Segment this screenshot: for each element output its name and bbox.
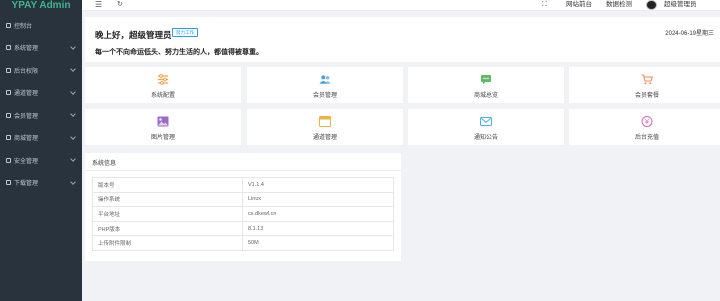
app-logo-title: YPAY Admin <box>0 0 82 12</box>
sidebar-item-label: 通道管理 <box>14 91 39 98</box>
info-key: PHP版本 <box>92 220 243 237</box>
sidebar-item-downloads[interactable]: 下载管理 <box>0 172 82 195</box>
shortcut-label: 会员管理 <box>312 93 337 99</box>
chat-screen-icon <box>481 75 491 85</box>
sidebar-item-label: 控制台 <box>14 23 33 30</box>
download-icon <box>6 180 11 186</box>
sidebar-item-label: 安全管理 <box>14 158 39 165</box>
info-key: 版本号 <box>92 177 243 193</box>
chevron-down-icon <box>70 88 76 95</box>
sidebar: YPAY Admin 控制台 系统管理 后台权限 通道管理 会员管理 商城管理 … <box>0 0 82 301</box>
chevron-down-icon <box>70 133 76 140</box>
chevron-down-icon <box>70 43 76 50</box>
sidebar-item-label: 会员管理 <box>14 113 39 120</box>
shortcut-image-management[interactable]: 图片管理 <box>85 109 241 145</box>
sidebar-item-label: 后台权限 <box>14 68 39 75</box>
system-icon <box>6 45 11 51</box>
dashboard-icon <box>6 22 11 28</box>
shield-icon <box>6 157 11 163</box>
system-info-panel: 系统信息 版本号 V1.1.4 操作系统 Linux 平台地址 cs.dkewl… <box>85 153 401 261</box>
sidebar-item-label: 系统管理 <box>14 46 39 53</box>
user-name[interactable]: 超级管理员 <box>664 0 697 10</box>
sidebar-item-dashboard[interactable]: 控制台 <box>0 14 82 37</box>
website-frontend-link[interactable]: 网站前台 <box>566 0 592 10</box>
table-row: PHP版本 8.1.13 <box>92 220 394 237</box>
shortcut-channel-management[interactable]: 通道管理 <box>247 109 403 145</box>
shortcut-label: 会员套餐 <box>634 93 659 99</box>
greeting-text: 晚上好，超级管理员 <box>95 30 172 40</box>
shop-icon <box>6 135 11 141</box>
svg-text:¥: ¥ <box>645 118 650 126</box>
system-info-title: 系统信息 <box>92 161 117 167</box>
info-key: 上传附件限制 <box>92 235 243 251</box>
info-value: V1.1.4 <box>242 177 394 193</box>
chevron-down-icon <box>70 156 76 162</box>
shortcut-member-management[interactable]: 会员管理 <box>247 67 403 103</box>
welcome-panel: 晚上好，超级管理员 努力工作 每一个不向命运低头、努力生活的人，都值得被尊重。 … <box>85 17 720 62</box>
shortcut-label: 图片管理 <box>150 135 175 141</box>
fullscreen-icon[interactable]: ⛶ <box>542 0 547 10</box>
cart-icon <box>641 74 653 85</box>
sidebar-menu: 控制台 系统管理 后台权限 通道管理 会员管理 商城管理 安全管理 下载管理 <box>0 14 82 194</box>
sidebar-item-members[interactable]: 会员管理 <box>0 104 82 127</box>
shortcut-label: 系统配置 <box>150 93 175 99</box>
table-row: 平台地址 cs.dkewl.cn <box>92 206 394 222</box>
status-badge: 努力工作 <box>172 28 198 37</box>
shortcut-member-plans[interactable]: 会员套餐 <box>569 67 720 103</box>
chevron-down-icon <box>70 66 76 72</box>
table-row: 上传附件限制 50M <box>92 235 394 251</box>
shortcut-label: 通道管理 <box>312 135 337 141</box>
users-icon <box>319 75 331 84</box>
shortcut-shop-overview[interactable]: 商城总览 <box>408 67 564 103</box>
sidebar-item-channels[interactable]: 通道管理 <box>0 82 82 105</box>
refresh-icon[interactable]: ↻ <box>117 0 123 10</box>
data-check-link[interactable]: 数据检测 <box>606 0 632 10</box>
shortcut-label: 通知公告 <box>473 135 498 141</box>
mail-icon <box>480 117 492 126</box>
sidebar-item-shop[interactable]: 商城管理 <box>0 127 82 150</box>
shortcut-recharge[interactable]: ¥ 后台充值 <box>569 109 720 145</box>
divider <box>85 170 401 171</box>
motto-text: 每一个不向命运低头、努力生活的人，都值得被尊重。 <box>95 49 263 56</box>
info-key: 平台地址 <box>92 206 243 222</box>
shortcut-notices[interactable]: 通知公告 <box>408 109 564 145</box>
chevron-down-icon <box>70 111 76 117</box>
info-value: Linux <box>242 191 394 208</box>
shortcut-label: 后台充值 <box>634 135 659 141</box>
permission-icon <box>6 67 11 73</box>
date-text: 2024-06-19星期三 <box>665 31 714 37</box>
sidebar-item-permissions[interactable]: 后台权限 <box>0 59 82 82</box>
table-row: 版本号 V1.1.4 <box>92 177 394 193</box>
info-value: 50M <box>242 235 394 251</box>
info-key: 操作系统 <box>92 191 243 208</box>
member-icon <box>6 112 11 118</box>
settings-sliders-icon <box>158 74 168 85</box>
channel-icon <box>6 90 11 96</box>
avatar[interactable] <box>646 0 657 10</box>
sidebar-item-security[interactable]: 安全管理 <box>0 149 82 172</box>
system-info-table: 版本号 V1.1.4 操作系统 Linux 平台地址 cs.dkewl.cn P… <box>92 177 394 251</box>
chevron-down-icon <box>70 178 76 185</box>
shortcut-label: 商城总览 <box>473 93 498 99</box>
window-icon <box>319 116 331 127</box>
sidebar-item-label: 商城管理 <box>14 136 39 143</box>
yen-icon: ¥ <box>641 116 653 127</box>
shortcut-system-config[interactable]: 系统配置 <box>85 67 241 103</box>
sidebar-item-label: 下载管理 <box>14 181 39 188</box>
table-row: 操作系统 Linux <box>92 191 394 208</box>
hamburger-icon[interactable]: ☰ <box>95 0 102 10</box>
info-value: cs.dkewl.cn <box>242 206 394 222</box>
sidebar-item-system[interactable]: 系统管理 <box>0 37 82 60</box>
image-icon <box>157 116 169 127</box>
info-value: 8.1.13 <box>242 220 394 237</box>
